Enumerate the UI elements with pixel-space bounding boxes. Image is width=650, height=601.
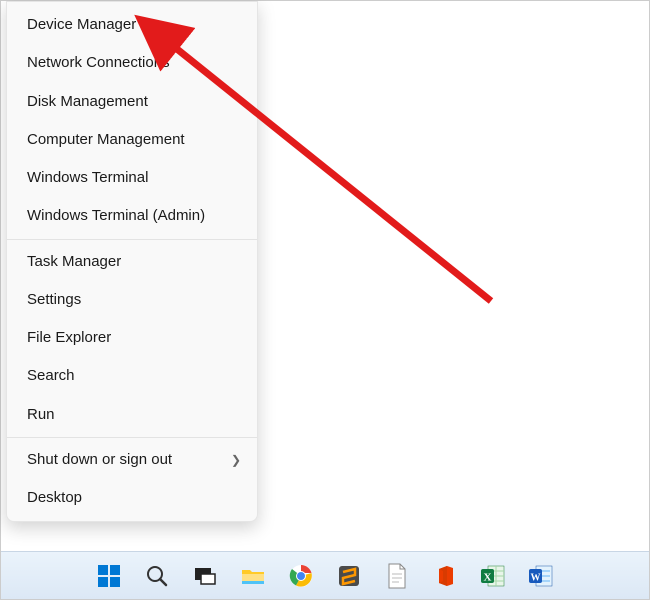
menu-label: Search <box>27 366 75 386</box>
document-icon <box>386 563 408 589</box>
menu-item-run[interactable]: Run <box>7 396 257 434</box>
word-icon: W <box>528 564 554 588</box>
menu-label: Windows Terminal (Admin) <box>27 206 205 226</box>
menu-item-file-explorer[interactable]: File Explorer <box>7 319 257 357</box>
chevron-right-icon: ❯ <box>231 452 241 468</box>
windows-logo-icon <box>97 564 121 588</box>
menu-label: Device Manager <box>27 15 136 35</box>
menu-item-windows-terminal[interactable]: Windows Terminal <box>7 159 257 197</box>
menu-item-settings[interactable]: Settings <box>7 281 257 319</box>
chrome-icon <box>289 564 313 588</box>
menu-label: Windows Terminal <box>27 168 148 188</box>
svg-text:X: X <box>484 571 492 583</box>
taskbar-file-explorer[interactable] <box>233 556 273 596</box>
menu-label: Task Manager <box>27 252 121 272</box>
search-icon <box>145 564 169 588</box>
menu-label: Network Connections <box>27 53 170 73</box>
menu-item-desktop[interactable]: Desktop <box>7 479 257 517</box>
taskbar-excel[interactable]: X <box>473 556 513 596</box>
taskbar-sublime-text[interactable] <box>329 556 369 596</box>
menu-label: File Explorer <box>27 328 111 348</box>
menu-item-task-manager[interactable]: Task Manager <box>7 243 257 281</box>
excel-icon: X <box>480 564 506 588</box>
taskbar[interactable]: X W <box>1 551 649 599</box>
menu-label: Computer Management <box>27 130 185 150</box>
menu-divider <box>7 239 257 240</box>
menu-divider <box>7 437 257 438</box>
folder-icon <box>240 564 266 588</box>
taskbar-office[interactable] <box>425 556 465 596</box>
task-view-icon <box>193 564 217 588</box>
taskbar-task-view[interactable] <box>185 556 225 596</box>
menu-label: Disk Management <box>27 92 148 112</box>
menu-item-windows-terminal-admin[interactable]: Windows Terminal (Admin) <box>7 197 257 235</box>
menu-label: Run <box>27 405 55 425</box>
menu-item-shutdown-signout[interactable]: Shut down or sign out ❯ <box>7 441 257 479</box>
taskbar-notepad[interactable] <box>377 556 417 596</box>
winx-context-menu[interactable]: Device Manager Network Connections Disk … <box>6 1 258 522</box>
menu-item-search[interactable]: Search <box>7 357 257 395</box>
svg-text:W: W <box>531 572 541 583</box>
menu-label: Desktop <box>27 488 82 508</box>
start-button[interactable] <box>89 556 129 596</box>
menu-item-device-manager[interactable]: Device Manager <box>7 6 257 44</box>
menu-item-disk-management[interactable]: Disk Management <box>7 83 257 121</box>
menu-item-network-connections[interactable]: Network Connections <box>7 44 257 82</box>
menu-label: Shut down or sign out <box>27 450 172 470</box>
sublime-icon <box>337 564 361 588</box>
taskbar-search[interactable] <box>137 556 177 596</box>
taskbar-word[interactable]: W <box>521 556 561 596</box>
menu-label: Settings <box>27 290 81 310</box>
office-icon <box>433 564 457 588</box>
taskbar-chrome[interactable] <box>281 556 321 596</box>
menu-item-computer-management[interactable]: Computer Management <box>7 121 257 159</box>
